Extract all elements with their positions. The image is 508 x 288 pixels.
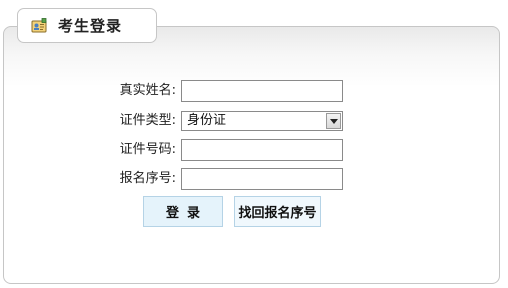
login-button[interactable]: 登录 (143, 196, 223, 227)
login-window: 考生登录 真实姓名: 证件类型: 身份证 证件号码: 报名序号: 登录 找回报名… (0, 0, 508, 288)
id-number-label: 证件号码: (119, 142, 176, 157)
id-number-field[interactable] (181, 139, 343, 161)
recover-reg-number-button[interactable]: 找回报名序号 (234, 196, 321, 227)
page-title: 考生登录 (58, 17, 123, 35)
id-type-value: 身份证 (187, 113, 227, 128)
id-card-icon (31, 17, 47, 34)
name-field[interactable] (181, 80, 343, 102)
name-label: 真实姓名: (119, 83, 176, 98)
chevron-down-icon[interactable] (326, 113, 341, 129)
reg-number-label: 报名序号: (119, 171, 176, 186)
id-type-label: 证件类型: (119, 113, 176, 128)
id-type-select[interactable]: 身份证 (181, 111, 343, 131)
reg-number-field[interactable] (181, 168, 343, 190)
title-tab: 考生登录 (17, 8, 157, 43)
